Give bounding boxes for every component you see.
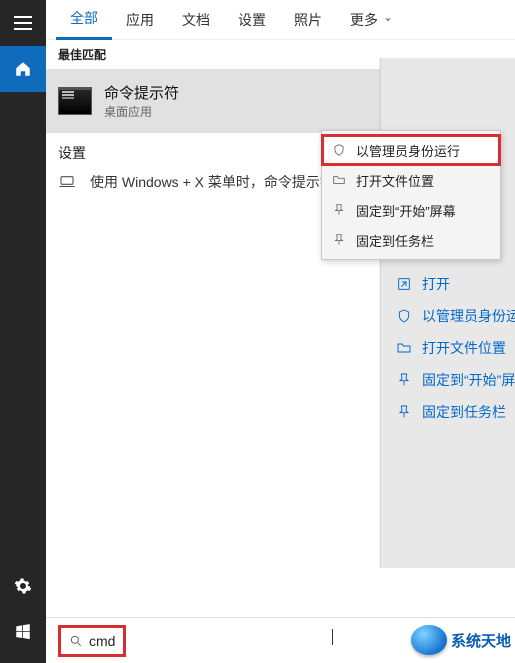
result-title: 命令提示符 (104, 82, 179, 103)
pin-taskbar-icon (332, 233, 346, 247)
panel-pin-start-label: 固定到“开始”屏幕 (422, 370, 515, 390)
pin-start-icon (332, 203, 346, 217)
pin-taskbar-icon (396, 404, 412, 420)
ctx-run-admin-label: 以管理员身份运行 (356, 141, 460, 160)
ctx-pin-start-label: 固定到“开始”屏幕 (356, 201, 456, 220)
search-input[interactable]: cmd (58, 625, 126, 657)
tab-more[interactable]: 更多 (336, 0, 408, 40)
tab-apps[interactable]: 应用 (112, 0, 168, 40)
panel-run-admin[interactable]: 以管理员身份运行 (396, 300, 515, 332)
search-pane: 全部 应用 文档 设置 照片 更多 最佳匹配 命令提示符 桌面应用 (46, 0, 515, 663)
panel-pin-start[interactable]: 固定到“开始”屏幕 (396, 364, 515, 396)
settings-rail-button[interactable] (0, 563, 46, 609)
tab-all[interactable]: 全部 (56, 0, 112, 40)
tab-settings[interactable]: 设置 (224, 0, 280, 40)
shield-icon (396, 308, 412, 324)
menu-button[interactable] (0, 0, 46, 46)
panel-run-admin-label: 以管理员身份运行 (422, 306, 515, 326)
folder-icon (396, 340, 412, 356)
watermark-text: 系统天地 (451, 630, 511, 651)
gear-icon (14, 577, 32, 595)
panel-pin-taskbar[interactable]: 固定到任务栏 (396, 396, 515, 428)
ctx-pin-taskbar[interactable]: 固定到任务栏 (322, 225, 500, 255)
globe-icon (411, 625, 447, 655)
ctx-run-admin[interactable]: 以管理员身份运行 (322, 135, 500, 165)
context-menu: 以管理员身份运行 打开文件位置 固定到“开始”屏幕 固定到任务栏 (321, 130, 501, 260)
watermark: 系统天地 (411, 625, 511, 655)
tab-more-label: 更多 (350, 10, 378, 30)
ctx-open-location[interactable]: 打开文件位置 (322, 165, 500, 195)
search-icon (69, 634, 83, 648)
ctx-pin-taskbar-label: 固定到任务栏 (356, 231, 434, 250)
home-icon (14, 60, 32, 78)
windows-icon (14, 623, 32, 641)
start-button[interactable] (0, 609, 46, 655)
cmd-icon (58, 87, 92, 115)
text-cursor (332, 629, 333, 645)
ctx-pin-start[interactable]: 固定到“开始”屏幕 (322, 195, 500, 225)
pin-start-icon (396, 372, 412, 388)
panel-pin-taskbar-label: 固定到任务栏 (422, 402, 506, 422)
result-subtitle: 桌面应用 (104, 103, 179, 120)
search-bar: cmd 系统天地 (46, 617, 515, 663)
ctx-open-location-label: 打开文件位置 (356, 171, 434, 190)
chevron-down-icon (382, 14, 394, 26)
panel-open-location[interactable]: 打开文件位置 (396, 332, 515, 364)
category-tabs: 全部 应用 文档 设置 照片 更多 (46, 0, 515, 40)
hamburger-icon (14, 16, 32, 30)
search-value: cmd (89, 633, 115, 649)
tab-docs[interactable]: 文档 (168, 0, 224, 40)
laptop-icon (58, 175, 76, 189)
tab-photos[interactable]: 照片 (280, 0, 336, 40)
panel-open-label: 打开 (422, 274, 450, 294)
panel-open[interactable]: 打开 (396, 268, 515, 300)
folder-icon (332, 173, 346, 187)
home-button[interactable] (0, 46, 46, 92)
open-icon (396, 276, 412, 292)
taskbar-rail (0, 0, 46, 663)
shield-icon (332, 143, 346, 157)
panel-open-location-label: 打开文件位置 (422, 338, 506, 358)
